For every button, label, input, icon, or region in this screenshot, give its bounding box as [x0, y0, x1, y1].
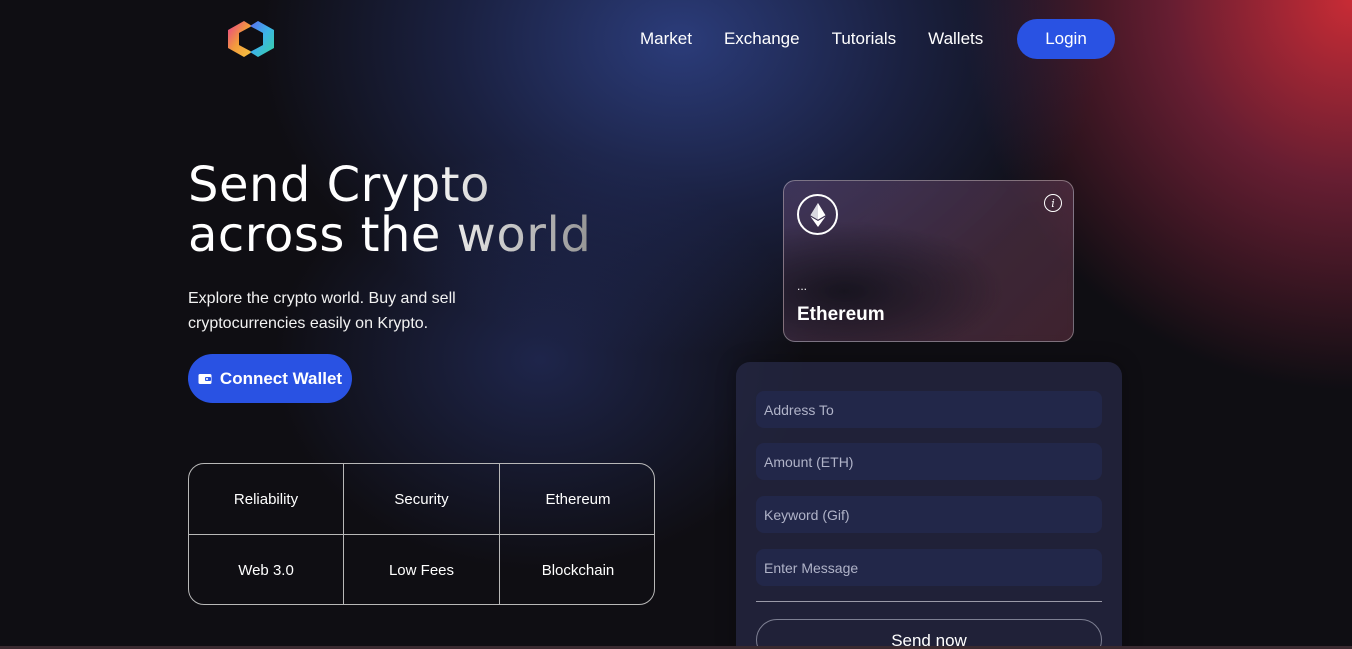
message-input[interactable] [756, 549, 1102, 586]
hero-title-line2: across the world [188, 207, 592, 263]
nav-links: Market Exchange Tutorials Wallets [640, 19, 1015, 59]
feature-reliability: Reliability [189, 464, 344, 535]
nav-link-market[interactable]: Market [640, 29, 692, 49]
info-icon[interactable]: i [1044, 194, 1062, 212]
nav-link-tutorials[interactable]: Tutorials [832, 29, 897, 49]
login-button[interactable]: Login [1017, 19, 1115, 59]
feature-blockchain: Blockchain [541, 562, 615, 579]
nav-link-exchange[interactable]: Exchange [724, 29, 800, 49]
keyword-input[interactable] [756, 496, 1102, 533]
ethereum-icon [797, 194, 838, 235]
amount-input[interactable] [756, 443, 1102, 480]
feature-security: Security [344, 464, 500, 535]
feature-web3: Web 3.0 [189, 535, 344, 604]
send-form: Send now [736, 362, 1122, 649]
wallet-address: ... [797, 279, 808, 293]
address-input[interactable] [756, 391, 1102, 428]
nav-link-wallets[interactable]: Wallets [928, 29, 983, 49]
connect-wallet-label: Connect Wallet [219, 368, 343, 388]
send-now-button[interactable]: Send now [756, 619, 1102, 649]
logo-icon[interactable] [222, 17, 280, 61]
features-grid: Reliability Security Ethereum Web 3.0 Lo… [188, 463, 655, 605]
connect-wallet-button[interactable]: Connect Wallet [188, 354, 352, 403]
form-divider [756, 601, 1102, 602]
navbar: Market Exchange Tutorials Wallets Login [0, 0, 1352, 80]
wallet-icon [198, 373, 212, 384]
hero-title: Send Crypto across the world [188, 160, 608, 260]
ethereum-card: i ... Ethereum [783, 180, 1074, 342]
hero-title-line1: Send Crypto [188, 157, 490, 213]
hero-subtitle: Explore the crypto world. Buy and sell c… [188, 290, 456, 332]
feature-ethereum: Ethereum [500, 464, 654, 535]
card-network-name: Ethereum [797, 304, 885, 325]
feature-low-fees: Low Fees [344, 535, 500, 604]
